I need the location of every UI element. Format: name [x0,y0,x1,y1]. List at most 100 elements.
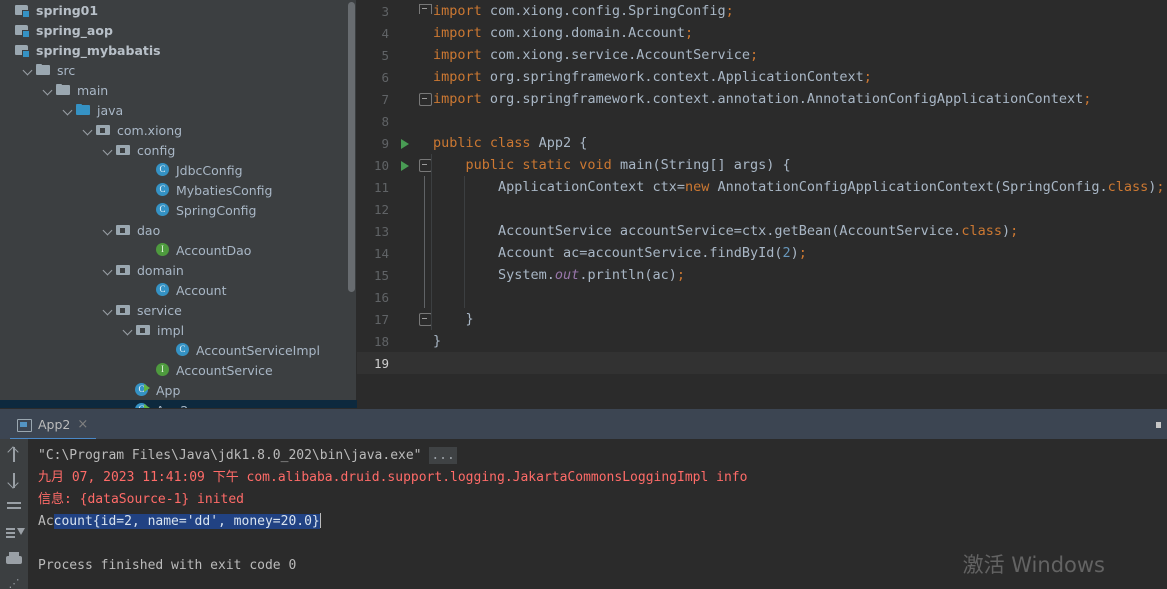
chevron-down-icon[interactable] [22,64,35,77]
code-line[interactable]: 11 ApplicationContext ctx=new Annotation… [357,176,1167,198]
tree-item-app[interactable]: App [0,380,357,400]
chevron-down-icon[interactable] [62,104,75,117]
code-token: import [433,47,490,63]
fold-toggle-icon[interactable] [417,198,431,220]
console-toolbar[interactable]: ⋰ [0,439,28,589]
chevron-down-icon[interactable] [82,124,95,137]
fold-toggle-icon[interactable] [417,176,431,198]
code-line[interactable]: 16 [357,286,1167,308]
code-line[interactable]: 6 import org.springframework.context.Appl… [357,66,1167,88]
close-icon[interactable]: × [77,418,88,431]
code-token: org.springframework.context.annotation.A… [489,91,1084,107]
code-line[interactable]: 9 public class App2 { [357,132,1167,154]
tree-item-springconfig[interactable]: SpringConfig [0,200,357,220]
module-icon [15,42,31,58]
tree-item-dao[interactable]: dao [0,220,357,240]
code-line[interactable]: 3 import com.xiong.config.SpringConfig; [357,0,1167,22]
indent-guide [431,308,432,330]
tree-item-jdbcconfig[interactable]: JdbcConfig [0,160,357,180]
indent-guide [464,286,465,308]
code-token: ; [750,47,759,63]
tree-item-accountserviceimpl[interactable]: AccountServiceImpl [0,340,357,360]
code-line[interactable]: 18} [357,330,1167,352]
code-line[interactable]: 4 import com.xiong.domain.Account; [357,22,1167,44]
tree-item-impl[interactable]: impl [0,320,357,340]
fold-toggle-icon[interactable] [417,0,432,22]
tree-item-account[interactable]: Account [0,280,357,300]
fold-toggle-icon[interactable] [417,154,432,176]
tree-item-spring-aop[interactable]: spring_aop [0,20,357,40]
code-line[interactable]: 17 } [357,308,1167,330]
run-tab-app2[interactable]: App2 × [10,409,97,440]
code-text: Account ac=accountService.findById(2); [431,245,1167,261]
gutter-slot [397,176,417,198]
code-token: } [433,333,442,349]
run-gutter-icon[interactable] [397,154,417,176]
chevron-down-icon[interactable] [42,84,55,97]
rerun-down-icon[interactable] [4,471,24,489]
tree-item-service[interactable]: service [0,300,357,320]
tree-item-accountdao[interactable]: AccountDao [0,240,357,260]
tree-item-config[interactable]: config [0,140,357,160]
indent-guide [431,286,432,308]
indent-guide [464,242,465,264]
tree-item-java[interactable]: java [0,100,357,120]
tree-item-mybatiesconfig[interactable]: MybatiesConfig [0,180,357,200]
fold-toggle-icon[interactable] [417,220,431,242]
tree-item-domain[interactable]: domain [0,260,357,280]
console-line-log: 九月 07, 2023 11:41:09 下午 com.alibaba.drui… [38,467,1167,489]
fold-slot [417,132,431,154]
indent-guide [431,176,432,198]
tree-item-label: Account [176,282,227,298]
gutter-slot [397,220,417,242]
code-token: new [684,179,718,195]
fold-toggle-icon[interactable] [417,88,432,110]
fold-toggle-icon[interactable] [417,242,431,264]
tree-item-accountservice[interactable]: AccountService [0,360,357,380]
tree-item-app2[interactable]: App2 [0,400,357,408]
indent-guide [464,198,465,220]
code-token: import [433,69,490,85]
project-tool-window[interactable]: spring01 spring_aop spring_mybabatis src mai… [0,0,357,408]
chevron-down-icon[interactable] [102,224,115,237]
soft-wrap-icon[interactable] [4,497,24,514]
code-line[interactable]: 12 [357,198,1167,220]
code-text: public class App2 { [431,135,1167,151]
indent-guide [431,242,432,264]
code-line[interactable]: 10 public static void main(String[] args… [357,154,1167,176]
folder-icon [56,82,72,98]
code-line[interactable]: 15 System.out.println(ac); [357,264,1167,286]
more-options-icon[interactable]: ⋰ [9,578,20,589]
chevron-down-icon[interactable] [102,144,115,157]
chevron-down-icon[interactable] [102,304,115,317]
console-output[interactable]: "C:\Program Files\Java\jdk1.8.0_202\bin\… [28,439,1167,589]
code-token: import [433,3,490,19]
tree-item-spring01[interactable]: spring01 [0,0,357,20]
fold-toggle-icon[interactable] [417,286,431,308]
console-segment[interactable]: ... [429,447,457,464]
code-line[interactable]: 5 import com.xiong.service.AccountService… [357,44,1167,66]
chevron-down-icon[interactable] [102,264,115,277]
scroll-to-end-icon[interactable] [4,524,25,541]
code-editor-area[interactable]: 3 import com.xiong.config.SpringConfig; 4 i… [357,0,1167,408]
code-line[interactable]: 14 Account ac=accountService.findById(2)… [357,242,1167,264]
code-line[interactable]: 19 [357,352,1167,374]
console-line-command: "C:\Program Files\Java\jdk1.8.0_202\bin\… [38,445,1167,467]
code-token: com.xiong.domain.Account [489,25,685,41]
line-number: 12 [373,201,389,217]
run-tool-window: App2 × ⋰ "C:\Program Files\Java\jdk1.8.0… [0,408,1167,589]
code-line[interactable]: 8 [357,110,1167,132]
run-gutter-icon[interactable] [397,132,417,154]
code-line[interactable]: 7 import org.springframework.context.anno… [357,88,1167,110]
chevron-down-icon[interactable] [122,324,135,337]
fold-toggle-icon[interactable] [417,264,431,286]
fold-toggle-icon[interactable] [417,308,432,330]
rerun-up-icon[interactable] [4,445,24,463]
tree-item-src[interactable]: src [0,60,357,80]
code-line[interactable]: 13 AccountService accountService=ctx.get… [357,220,1167,242]
code-token: System. [433,267,555,283]
print-icon[interactable] [4,550,24,567]
tree-item-main[interactable]: main [0,80,357,100]
tree-item-spring-mybabatis[interactable]: spring_mybabatis [0,40,357,60]
tree-item-com-xiong[interactable]: com.xiong [0,120,357,140]
